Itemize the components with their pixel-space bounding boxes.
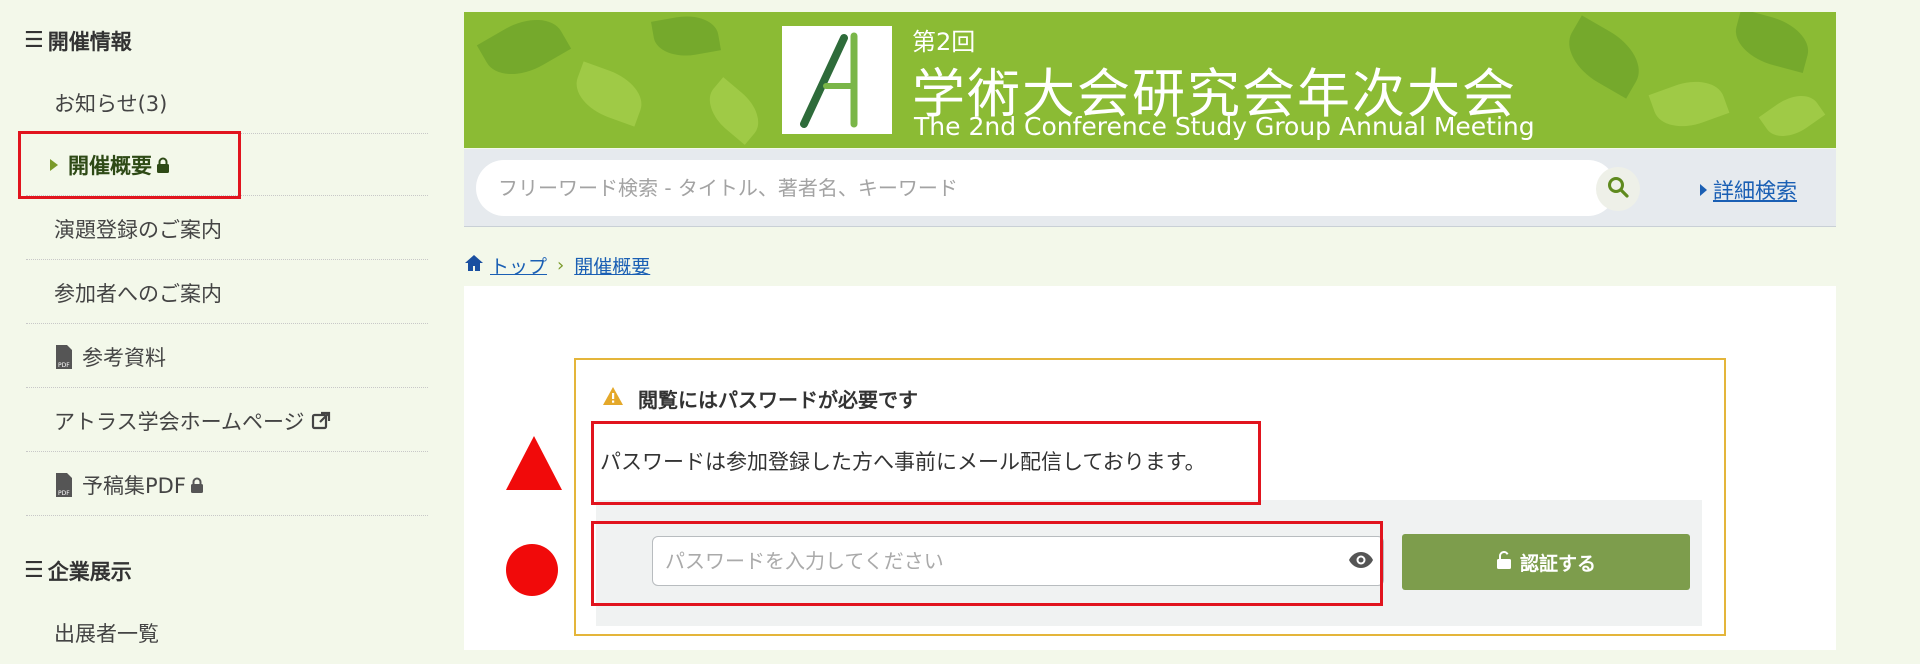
sidebar-item-abstract-guide[interactable]: 演題登録のご案内 — [26, 198, 428, 260]
sidebar-item-participant-guide[interactable]: 参加者へのご案内 — [26, 262, 428, 324]
advanced-search-link[interactable]: 詳細検索 — [1700, 175, 1797, 205]
conference-logo — [782, 26, 892, 134]
sidebar-item-label: 予稿集PDF — [82, 473, 186, 498]
lock-icon — [190, 477, 204, 493]
banner-subtitle: The 2nd Conference Study Group Annual Me… — [914, 112, 1535, 141]
notice-header: 閲覧にはパスワードが必要です — [602, 384, 918, 413]
circle-marker-icon — [506, 544, 558, 596]
svg-text:PDF: PDF — [58, 490, 70, 497]
notice-title: 閲覧にはパスワードが必要です — [638, 388, 918, 412]
sidebar-item-exhibitors[interactable]: 出展者一覧 — [26, 602, 428, 664]
leaf-decoration — [476, 12, 572, 89]
sidebar-item-label: 参考資料 — [82, 345, 166, 370]
pdf-file-icon: PDF — [54, 472, 76, 497]
search-icon — [1607, 176, 1629, 202]
sidebar-item-label: アトラス学会ホームページ — [54, 409, 305, 434]
highlight-box — [591, 421, 1261, 505]
sidebar-item-label: お知らせ(3) — [54, 91, 168, 116]
svg-text:PDF: PDF — [58, 362, 70, 369]
warning-icon — [602, 386, 624, 411]
leaf-decoration — [1556, 15, 1652, 99]
search-input[interactable] — [476, 160, 1616, 216]
authenticate-label: 認証する — [1519, 552, 1596, 575]
sidebar-item-label: 演題登録のご案内 — [54, 217, 222, 242]
leaf-decoration — [651, 12, 721, 62]
authenticate-button[interactable]: 認証する — [1402, 534, 1690, 590]
leaf-decoration — [698, 77, 770, 145]
highlight-box — [591, 521, 1383, 606]
chevron-right-icon: › — [557, 255, 565, 276]
sidebar: ☰ 開催情報 お知らせ(3) 開催概要 演題登録のご案内 参加者へのご案内 PD… — [0, 0, 460, 664]
triangle-marker-icon — [506, 436, 562, 490]
caret-right-icon — [1700, 184, 1707, 196]
external-link-icon — [311, 411, 331, 431]
breadcrumb-current-link[interactable]: 開催概要 — [574, 252, 650, 279]
highlight-box — [18, 131, 241, 199]
pdf-file-icon: PDF — [54, 344, 76, 369]
leaf-decoration — [568, 61, 650, 127]
sidebar-item-society-homepage[interactable]: アトラス学会ホームページ — [26, 390, 428, 452]
sidebar-item-proceedings-pdf[interactable]: PDF 予稿集PDF — [26, 454, 428, 516]
breadcrumb: トップ › 開催概要 — [464, 252, 650, 279]
menu-icon: ☰ — [24, 558, 44, 583]
home-icon — [464, 254, 484, 277]
sidebar-item-label: 参加者へのご案内 — [54, 281, 222, 306]
sidebar-section-event-info: ☰ 開催情報 — [24, 26, 132, 56]
leaf-decoration — [1648, 71, 1730, 137]
sidebar-item-references[interactable]: PDF 参考資料 — [26, 326, 428, 388]
conference-banner: 第2回 学術大会研究会年次大会 The 2nd Conference Study… — [464, 12, 1836, 148]
sidebar-item-news[interactable]: お知らせ(3) — [26, 72, 428, 134]
unlock-icon — [1496, 550, 1512, 574]
sidebar-section-title: 開催情報 — [47, 30, 132, 54]
leaf-decoration — [1758, 85, 1826, 147]
search-bar: 詳細検索 — [464, 149, 1836, 227]
sidebar-section-title: 企業展示 — [47, 560, 132, 584]
advanced-search-label: 詳細検索 — [1713, 179, 1797, 203]
search-button[interactable] — [1596, 167, 1640, 211]
menu-icon: ☰ — [24, 28, 44, 53]
sidebar-item-label: 出展者一覧 — [54, 622, 159, 646]
breadcrumb-home-link[interactable]: トップ — [490, 252, 547, 279]
leaf-decoration — [1729, 12, 1815, 74]
sidebar-section-exhibition: ☰ 企業展示 — [24, 556, 132, 586]
